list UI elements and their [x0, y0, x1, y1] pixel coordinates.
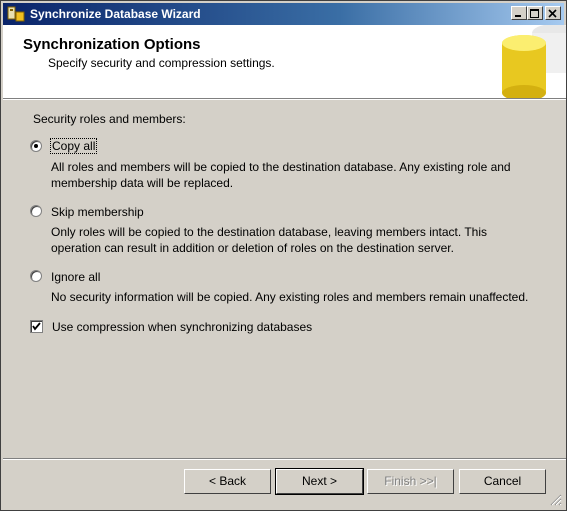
ignore-all-label[interactable]: Ignore all	[51, 270, 100, 284]
copy-all-radio[interactable]	[30, 140, 42, 152]
copy-all-description: All roles and members will be copied to …	[51, 159, 511, 191]
resize-grip-icon[interactable]	[549, 493, 562, 506]
checkmark-icon	[32, 322, 41, 331]
skip-membership-description-line-1: Only roles will be copied to the destina…	[51, 225, 488, 239]
ignore-all-radio[interactable]	[30, 270, 42, 282]
minimize-icon	[515, 15, 521, 17]
cancel-button[interactable]: Cancel	[459, 469, 546, 494]
wizard-header: Synchronization Options Specify security…	[3, 25, 566, 98]
use-compression-checkbox[interactable]	[30, 320, 43, 333]
use-compression-label[interactable]: Use compression when synchronizing datab…	[52, 320, 312, 334]
finish-button[interactable]: Finish >>|	[367, 469, 454, 494]
database-wizard-icon	[7, 6, 25, 22]
page-subtitle: Specify security and compression setting…	[48, 56, 275, 70]
maximize-icon	[530, 9, 539, 18]
database-cylinder-icon	[502, 25, 566, 98]
header-divider	[3, 98, 566, 100]
minimize-button[interactable]	[511, 6, 527, 20]
title-bar[interactable]: Synchronize Database Wizard	[3, 3, 564, 25]
wizard-window: Synchronize Database Wizard Synchronizat…	[0, 0, 567, 511]
maximize-button[interactable]	[527, 6, 543, 20]
security-roles-label: Security roles and members:	[33, 112, 186, 126]
next-button[interactable]: Next >	[275, 468, 364, 495]
window-title: Synchronize Database Wizard	[30, 7, 201, 21]
skip-membership-description: Only roles will be copied to the destina…	[51, 224, 487, 256]
skip-membership-description-line-2: operation can result in addition or dele…	[51, 241, 454, 255]
close-window-button[interactable]	[545, 6, 561, 20]
close-icon	[548, 9, 557, 18]
skip-membership-label[interactable]: Skip membership	[51, 205, 144, 219]
copy-all-text: Copy all	[50, 138, 98, 154]
page-title: Synchronization Options	[23, 36, 201, 53]
back-button[interactable]: < Back	[184, 469, 271, 494]
footer-divider	[3, 458, 566, 460]
copy-all-label[interactable]: Copy all	[50, 138, 98, 154]
ignore-all-description: No security information will be copied. …	[51, 289, 528, 305]
copy-all-description-line-1: All roles and members will be copied to …	[51, 160, 511, 174]
ignore-all-description-line-1: No security information will be copied. …	[51, 290, 529, 304]
copy-all-description-line-2: membership data will be replaced.	[51, 176, 234, 190]
skip-membership-radio[interactable]	[30, 205, 42, 217]
